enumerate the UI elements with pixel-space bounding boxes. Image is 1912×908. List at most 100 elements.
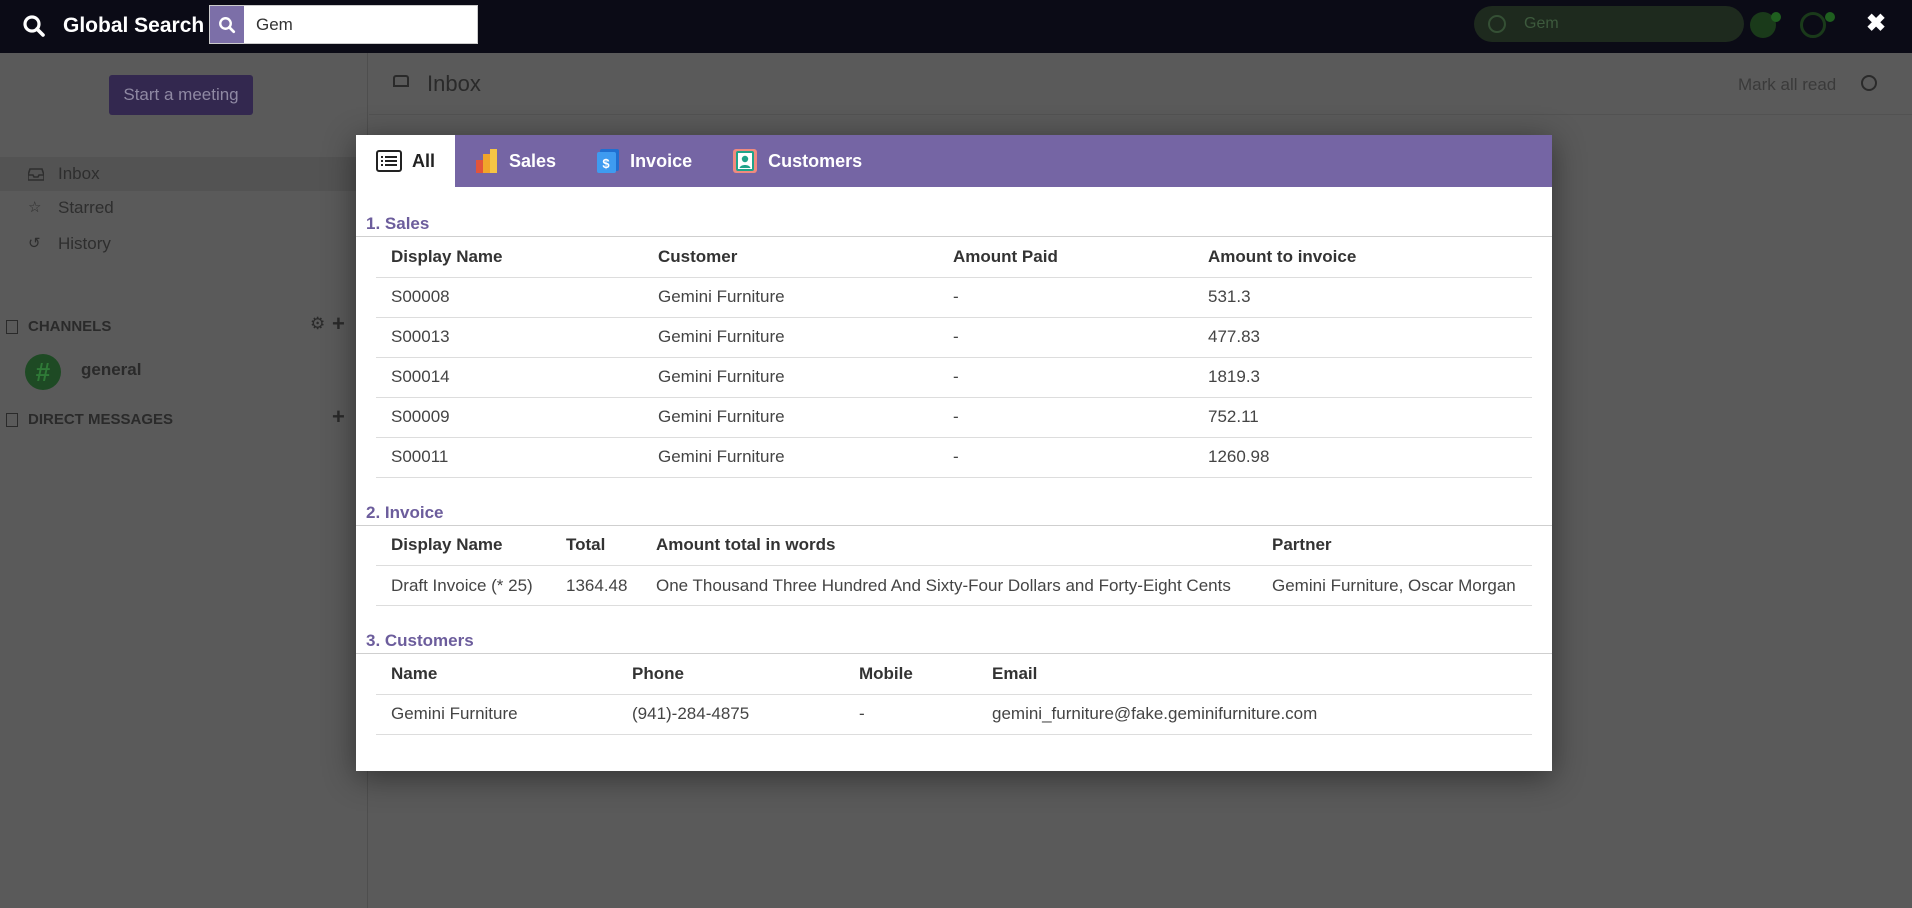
table-row[interactable]: S00008 Gemini Furniture - 531.3 [376,277,1532,318]
table-cell: - [844,694,977,735]
section-title: 3. Customers [356,628,1552,654]
notification-dot [1771,12,1781,22]
search-icon [1861,75,1877,91]
table-row[interactable]: S00013 Gemini Furniture - 477.83 [376,317,1532,358]
section-title: 1. Sales [356,211,1552,237]
invoice-section: 2. Invoice Display Name Total Amount tot… [356,500,1552,606]
sidebar: Start a meeting Inbox ☆ Starred ↺ Histor… [0,53,368,908]
table-cell: 752.11 [1193,397,1532,438]
tab-customers[interactable]: Customers [712,135,882,187]
column-header: Total [551,525,641,566]
tab-all[interactable]: All [356,135,456,187]
global-search-input[interactable] [244,6,477,43]
collapse-icon [6,412,18,427]
column-header: Mobile [844,654,977,695]
column-header: Name [376,654,617,695]
table-cell: 1819.3 [1193,357,1532,398]
table-cell: Gemini Furniture [643,397,938,438]
table-cell: 531.3 [1193,277,1532,318]
table-cell: Gemini Furniture [643,277,938,318]
sidebar-item-history: ↺ History [0,227,368,261]
background-search-value: Gem [1524,15,1559,32]
sidebar-item-inbox: Inbox [0,157,368,191]
background-search-field: Gem [1474,6,1744,42]
search-results-modal: All Sales $ Invoice Customers 1. Sales D… [356,135,1552,771]
sales-table: Display Name Customer Amount Paid Amount… [376,237,1532,478]
start-meeting-button: Start a meeting [109,75,253,115]
table-cell: - [938,317,1193,358]
column-header: Customer [643,237,938,278]
customers-icon [732,148,758,174]
column-header: Amount to invoice [1193,237,1532,278]
search-icon [22,14,46,38]
column-header: Amount total in words [641,525,1257,566]
column-header: Display Name [376,525,551,566]
customers-section: 3. Customers Name Phone Mobile Email Gem… [356,628,1552,735]
activity-icon [1800,12,1826,38]
add-direct-message-icon: + [332,404,345,429]
tab-label: Customers [768,150,863,171]
inbox-icon [393,75,409,87]
list-icon [376,150,402,172]
table-row[interactable]: Gemini Furniture (941)-284-4875 - gemini… [376,694,1532,735]
mark-all-read-button: Mark all read [1738,75,1837,94]
global-search-field [209,5,478,44]
table-cell: 477.83 [1193,317,1532,358]
table-cell: S00011 [376,437,643,478]
table-cell: - [938,397,1193,438]
table-cell: Gemini Furniture [643,357,938,398]
main-header: Inbox Mark all read [369,53,1912,115]
table-cell: - [938,437,1193,478]
table-cell: Gemini Furniture, Oscar Morgan [1257,565,1532,606]
direct-messages-heading: DIRECT MESSAGES [6,411,173,428]
table-header-row: Display Name Total Amount total in words… [376,525,1532,566]
close-icon[interactable]: ✖ [1866,12,1886,36]
sidebar-item-label: History [58,234,111,253]
svg-text:$: $ [602,156,610,171]
page-title: Inbox [427,71,481,96]
star-icon: ☆ [28,199,42,216]
column-header: Phone [617,654,844,695]
table-cell: - [938,357,1193,398]
gear-icon: ⚙ [310,314,326,333]
sidebar-item-label: Inbox [58,164,100,183]
channel-name: general [81,360,142,379]
invoice-icon: $ [596,148,620,174]
table-cell: (941)-284-4875 [617,694,844,735]
sidebar-item-starred: ☆ Starred [0,191,368,225]
table-cell: - [938,277,1193,318]
channel-avatar: # [25,354,61,390]
inbox-icon [27,167,45,181]
sales-chart-icon [475,148,499,174]
tab-sales[interactable]: Sales [455,135,576,187]
column-header: Amount Paid [938,237,1193,278]
table-row[interactable]: S00009 Gemini Furniture - 752.11 [376,397,1532,438]
sidebar-item-label: Starred [58,198,114,217]
sales-section: 1. Sales Display Name Customer Amount Pa… [356,211,1552,478]
tab-label: Sales [509,150,557,171]
tab-invoice[interactable]: $ Invoice [576,135,712,187]
table-header-row: Name Phone Mobile Email [376,654,1532,695]
table-cell: Gemini Furniture [643,317,938,358]
collapse-icon [6,319,18,334]
search-icon [1488,15,1506,33]
search-button[interactable] [210,6,244,43]
direct-messages-heading-label: DIRECT MESSAGES [28,411,174,428]
history-icon: ↺ [28,235,41,252]
section-title: 2. Invoice [356,500,1552,526]
table-cell: S00009 [376,397,643,438]
tab-label: Invoice [630,150,693,171]
table-row[interactable]: S00011 Gemini Furniture - 1260.98 [376,437,1532,478]
table-cell: Gemini Furniture [643,437,938,478]
customers-table: Name Phone Mobile Email Gemini Furniture… [376,654,1532,735]
add-channel-icon: + [332,311,345,336]
global-search-title: Global Search [63,14,205,37]
notification-dot [1825,12,1835,22]
column-header: Display Name [376,237,643,278]
table-row[interactable]: S00014 Gemini Furniture - 1819.3 [376,357,1532,398]
invoice-table: Display Name Total Amount total in words… [376,525,1532,606]
table-cell: Gemini Furniture [376,694,617,735]
table-row[interactable]: Draft Invoice (* 25) 1364.48 One Thousan… [376,565,1532,606]
tab-label: All [412,150,436,171]
channels-heading-label: CHANNELS [28,318,112,335]
